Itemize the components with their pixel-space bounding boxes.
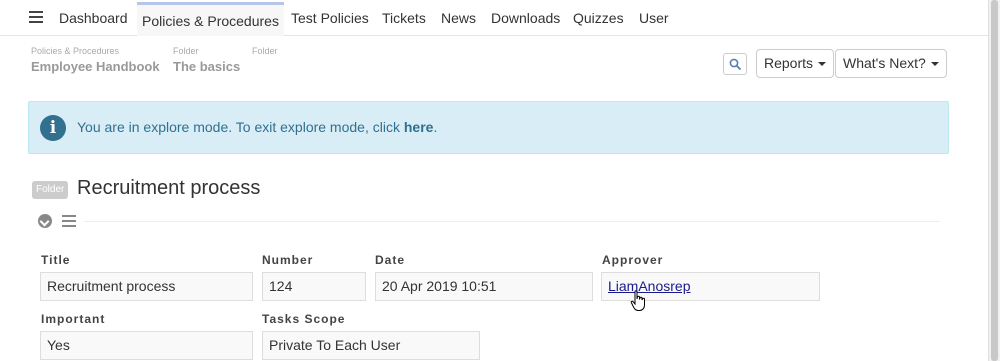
vertical-scrollbar[interactable] (988, 0, 1000, 361)
title-field: Recruitment process (40, 272, 253, 301)
date-label: Date (375, 253, 406, 267)
hamburger-menu-icon[interactable] (29, 11, 43, 23)
whats-next-button[interactable]: What's Next? (835, 49, 947, 78)
tasks-scope-field: Private To Each User (262, 331, 480, 360)
list-menu-icon[interactable] (62, 215, 76, 227)
approver-link[interactable]: LiamAnosrep (608, 278, 691, 294)
nav-item-user[interactable]: User (639, 0, 669, 36)
top-nav: Dashboard Policies & Procedures Test Pol… (0, 0, 988, 36)
explore-mode-alert: i You are in explore mode. To exit explo… (28, 101, 949, 154)
approver-label: Approver (602, 253, 664, 267)
nav-item-test-policies[interactable]: Test Policies (291, 0, 369, 36)
breadcrumb-name: The basics (173, 59, 241, 74)
alert-suffix: . (433, 119, 438, 135)
breadcrumb-item-the-basics[interactable]: Folder The basics (173, 46, 240, 74)
exit-explore-link[interactable]: here (404, 119, 434, 135)
nav-item-downloads[interactable]: Downloads (491, 0, 560, 36)
nav-item-policies-procedures[interactable]: Policies & Procedures (137, 2, 284, 36)
whats-next-label: What's Next? (843, 55, 926, 71)
reports-button[interactable]: Reports (756, 49, 835, 78)
important-label: Important (41, 312, 106, 326)
alert-text: You are in explore mode. To exit explore… (77, 119, 400, 135)
collapse-toggle-icon[interactable] (38, 214, 52, 228)
page-title: Recruitment process (77, 177, 261, 199)
search-button[interactable] (723, 53, 747, 75)
nav-item-dashboard[interactable]: Dashboard (59, 0, 128, 36)
title-label: Title (41, 253, 71, 267)
number-label: Number (262, 253, 314, 267)
date-field: 20 Apr 2019 10:51 (375, 272, 593, 301)
breadcrumb-type: Policies & Procedures (31, 46, 120, 56)
reports-label: Reports (764, 55, 814, 71)
nav-item-quizzes[interactable]: Quizzes (573, 0, 624, 36)
breadcrumb-item-employee-handbook[interactable]: Policies & Procedures Employee Handbook (31, 46, 160, 74)
number-field: 124 (262, 272, 366, 301)
important-field: Yes (40, 331, 253, 360)
info-icon: i (40, 115, 66, 141)
breadcrumb-type: Folder (173, 46, 199, 56)
scrollbar-thumb[interactable] (991, 0, 998, 361)
search-icon (729, 58, 742, 71)
hand-cursor-icon (630, 290, 645, 311)
caret-down-icon (818, 62, 827, 67)
breadcrumb-type: Folder (252, 46, 278, 56)
divider (84, 221, 940, 222)
breadcrumb-name: Employee Handbook (31, 59, 160, 74)
nav-item-tickets[interactable]: Tickets (382, 0, 426, 36)
tasks-scope-label: Tasks Scope (262, 312, 346, 326)
alert-message: You are in explore mode. To exit explore… (77, 119, 437, 135)
caret-down-icon (930, 62, 939, 67)
nav-item-news[interactable]: News (441, 0, 476, 36)
breadcrumb-item-current-folder: Folder (252, 46, 278, 58)
folder-badge: Folder (32, 181, 69, 199)
